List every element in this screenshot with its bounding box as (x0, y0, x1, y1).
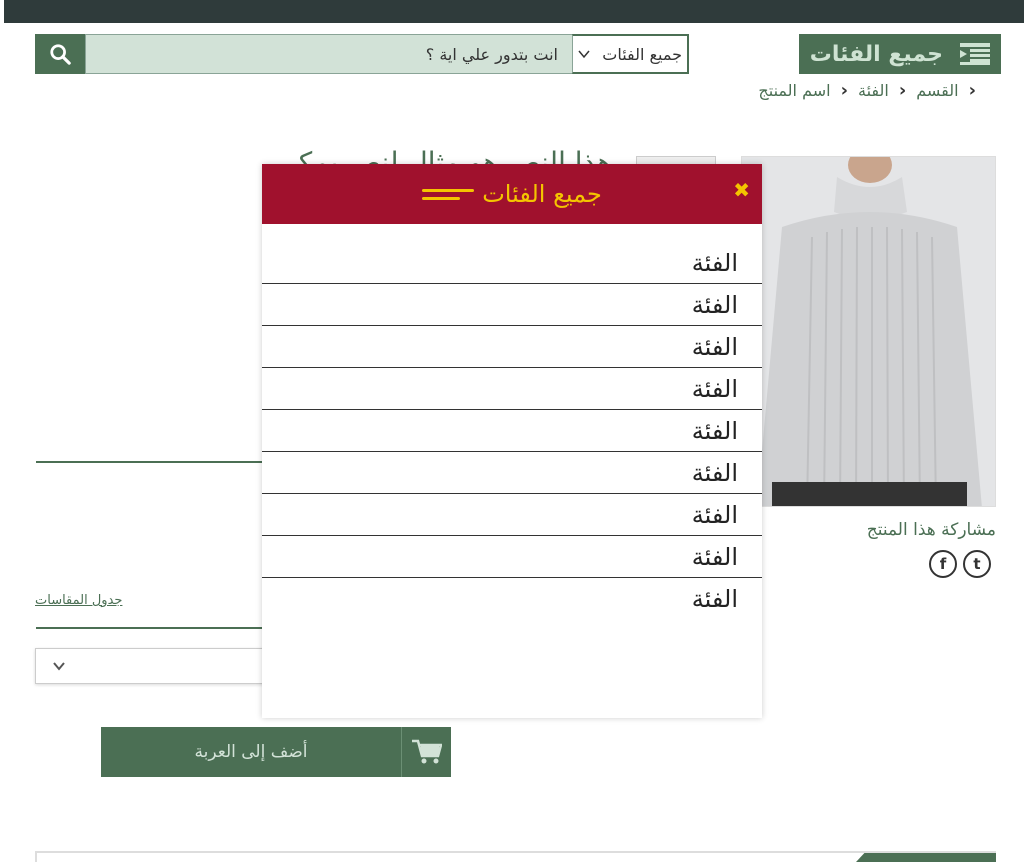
top-bar (4, 0, 1024, 23)
all-categories-button[interactable]: جميع الفئات (799, 34, 1001, 74)
breadcrumb-category[interactable]: الفئة (858, 81, 889, 100)
category-item[interactable]: الفئة (262, 242, 762, 284)
facebook-icon[interactable]: f (929, 550, 957, 578)
breadcrumb: ‹ القسم ‹ الفئة ‹ اسم المنتج (758, 80, 976, 101)
category-select-label: جميع الفئات (602, 44, 682, 64)
list-icon (949, 34, 1001, 74)
category-item[interactable]: الفئة (262, 326, 762, 368)
tab-description[interactable] (856, 853, 996, 862)
search-button[interactable] (35, 34, 85, 74)
chevron-down-icon (53, 662, 65, 671)
category-item[interactable]: الفئة (262, 452, 762, 494)
search-icon (50, 44, 71, 65)
product-image[interactable] (741, 156, 996, 507)
size-select[interactable] (35, 648, 275, 684)
menu-icon (422, 188, 475, 200)
breadcrumb-section[interactable]: القسم (916, 81, 958, 100)
search-input[interactable] (85, 34, 573, 74)
category-item[interactable]: الفئة (262, 368, 762, 410)
category-item[interactable]: الفئة (262, 284, 762, 326)
all-categories-label: جميع الفئات (809, 41, 943, 67)
share-label: مشاركة هذا المنتج (866, 520, 996, 540)
category-item[interactable]: الفئة (262, 536, 762, 578)
category-item[interactable]: الفئة (262, 494, 762, 536)
modal-header: ✖ جميع الفئات (262, 164, 762, 224)
modal-title: جميع الفئات (422, 180, 602, 208)
close-icon[interactable]: ✖ (733, 178, 750, 202)
modal-title-text: جميع الفئات (482, 180, 602, 208)
divider (36, 461, 276, 463)
divider (36, 627, 276, 629)
category-item[interactable]: الفئة (262, 578, 762, 620)
cart-icon (401, 727, 451, 777)
breadcrumb-product: اسم المنتج (758, 81, 831, 100)
social-links: f t (929, 550, 991, 578)
add-to-cart-button[interactable]: أضف إلى العربة (101, 727, 451, 777)
chevron-down-icon (578, 50, 590, 59)
twitter-icon[interactable]: t (963, 550, 991, 578)
chevron-left-icon: ‹ (840, 80, 848, 101)
category-list: الفئة الفئة الفئة الفئة الفئة الفئة الفئ… (262, 224, 762, 620)
chevron-left-icon: ‹ (898, 80, 907, 101)
categories-modal: ✖ جميع الفئات الفئة الفئة الفئة الفئة ال… (262, 164, 762, 718)
chevron-left-icon: ‹ (968, 80, 976, 101)
size-chart-link[interactable]: جدول المقاسات (35, 593, 122, 608)
category-item[interactable]: الفئة (262, 410, 762, 452)
tabs-panel (35, 851, 996, 862)
add-to-cart-label: أضف إلى العربة (194, 742, 308, 762)
category-select[interactable]: جميع الفئات (572, 34, 689, 74)
